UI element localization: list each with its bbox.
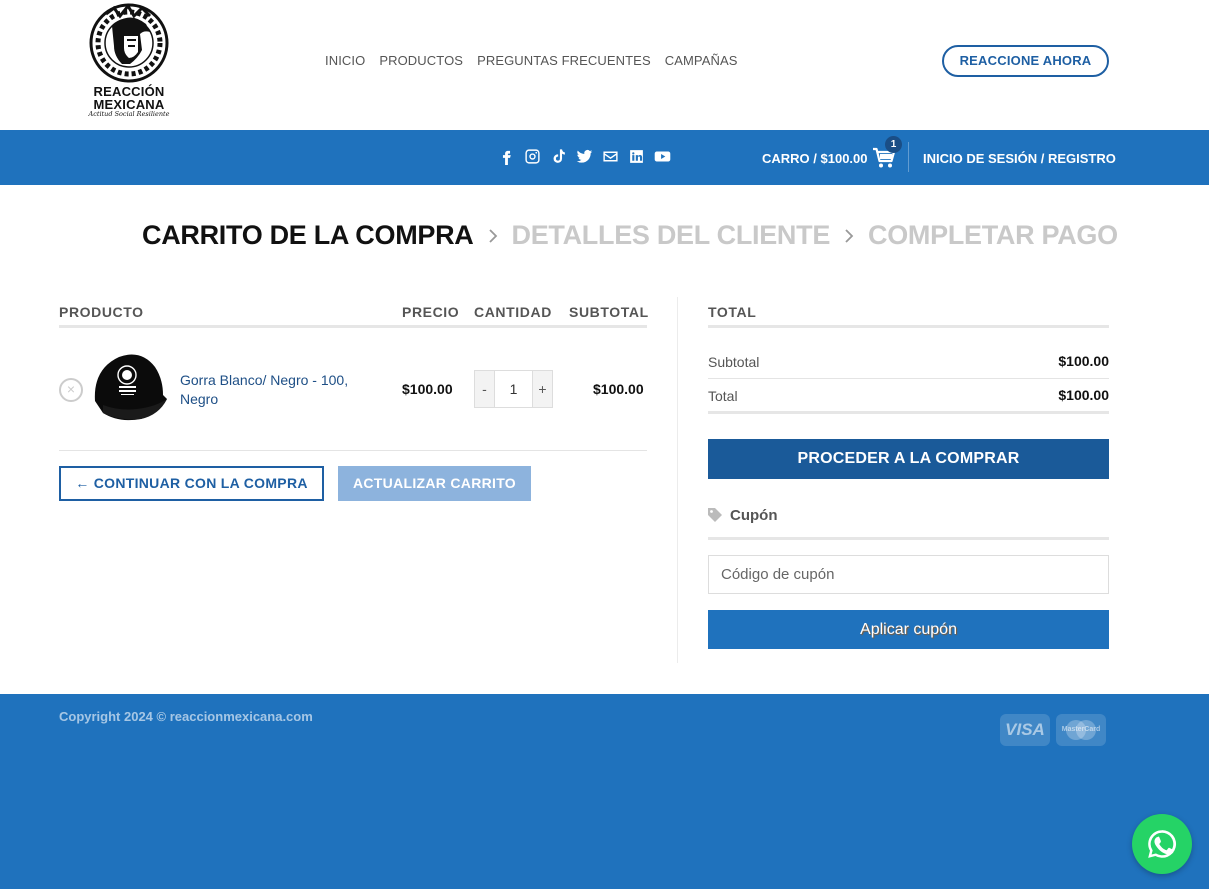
step-customer-details[interactable]: DETALLES DEL CLIENTE [512, 220, 831, 251]
site-logo[interactable]: REACCIÓN MEXICANA Actitud Social Resilie… [84, 2, 174, 122]
topbar-divider [908, 142, 909, 172]
tiktok-icon[interactable] [549, 147, 567, 165]
reaccione-ahora-button[interactable]: REACCIONE AHORA [942, 45, 1109, 77]
subtotal-value: $100.00 [1058, 353, 1109, 369]
step-complete-payment[interactable]: COMPLETAR PAGO [868, 220, 1118, 251]
whatsapp-chat-button[interactable] [1132, 814, 1192, 874]
table-row-divider [59, 450, 647, 451]
item-subtotal: $100.00 [593, 381, 644, 397]
subtotal-label: Subtotal [708, 354, 760, 370]
checkout-steps: CARRITO DE LA COMPRA DETALLES DEL CLIENT… [142, 220, 1118, 251]
quantity-increase-button[interactable]: + [532, 370, 553, 408]
copyright-text: Copyright 2024 © reaccionmexicana.com [59, 709, 313, 724]
top-bar: CARRO / $100.00 1 INICIO DE SESIÓN / REG… [0, 130, 1209, 185]
email-icon[interactable] [601, 147, 619, 165]
twitter-icon[interactable] [575, 147, 593, 165]
table-header-divider [59, 325, 647, 328]
item-price: $100.00 [402, 381, 453, 397]
cart-link[interactable]: CARRO / $100.00 [762, 151, 868, 166]
nav-item-campanas[interactable]: CAMPAÑAS [665, 53, 738, 68]
column-header-quantity: CANTIDAD [474, 304, 552, 320]
cart-count-badge: 1 [885, 136, 902, 153]
nav-item-productos[interactable]: PRODUCTOS [379, 53, 463, 68]
tag-icon [708, 508, 722, 522]
linkedin-icon[interactable] [627, 147, 645, 165]
mastercard-label: MasterCard [1061, 726, 1101, 733]
site-footer: Copyright 2024 © reaccionmexicana.com VI… [0, 694, 1209, 889]
site-header: REACCIÓN MEXICANA Actitud Social Resilie… [0, 0, 1209, 130]
visa-card-icon: VISA [1000, 714, 1050, 746]
instagram-icon[interactable] [523, 147, 541, 165]
coupon-code-input[interactable]: Código de cupón [708, 555, 1109, 594]
quantity-decrease-button[interactable]: - [474, 370, 495, 408]
totals-header-divider [708, 325, 1109, 328]
product-thumbnail[interactable] [89, 349, 167, 421]
remove-item-button[interactable]: × [59, 378, 83, 402]
totals-header: TOTAL [708, 304, 757, 320]
quantity-stepper: - 1 + [474, 370, 553, 408]
mastercard-icon: MasterCard [1056, 714, 1106, 746]
whatsapp-icon [1148, 830, 1177, 858]
column-header-price: PRECIO [402, 304, 460, 320]
totals-bottom-divider [708, 411, 1109, 414]
social-links [497, 147, 671, 165]
logo-tagline: Actitud Social Resiliente [88, 110, 170, 118]
apply-coupon-button[interactable]: Aplicar cupón [708, 610, 1109, 649]
main-nav: INICIO PRODUCTOS PREGUNTAS FRECUENTES CA… [325, 53, 738, 68]
youtube-icon[interactable] [653, 147, 671, 165]
total-label: Total [708, 388, 738, 404]
coupon-label: Cupón [730, 507, 778, 524]
chevron-right-icon [488, 228, 497, 243]
nav-item-preguntas-frecuentes[interactable]: PREGUNTAS FRECUENTES [477, 53, 651, 68]
update-cart-button[interactable]: ACTUALIZAR CARRITO [338, 466, 531, 501]
total-value: $100.00 [1058, 387, 1109, 403]
coupon-divider [708, 537, 1109, 540]
column-header-product: PRODUCTO [59, 304, 144, 320]
continue-shopping-button[interactable]: ← CONTINUAR CON LA COMPRA [59, 466, 324, 501]
column-divider [677, 297, 678, 663]
column-header-subtotal: SUBTOTAL [569, 304, 649, 320]
step-cart[interactable]: CARRITO DE LA COMPRA [142, 220, 474, 251]
product-name-link[interactable]: Gorra Blanco/ Negro - 100, Negro [180, 371, 380, 409]
login-register-link[interactable]: INICIO DE SESIÓN / REGISTRO [923, 151, 1116, 166]
quantity-input[interactable]: 1 [495, 370, 532, 408]
proceed-to-checkout-button[interactable]: PROCEDER A LA COMPRAR [708, 439, 1109, 479]
logo-emblem-icon [89, 3, 169, 83]
facebook-icon[interactable] [497, 147, 515, 165]
totals-row-divider [708, 378, 1109, 379]
nav-item-inicio[interactable]: INICIO [325, 53, 365, 68]
chevron-right-icon [845, 228, 854, 243]
